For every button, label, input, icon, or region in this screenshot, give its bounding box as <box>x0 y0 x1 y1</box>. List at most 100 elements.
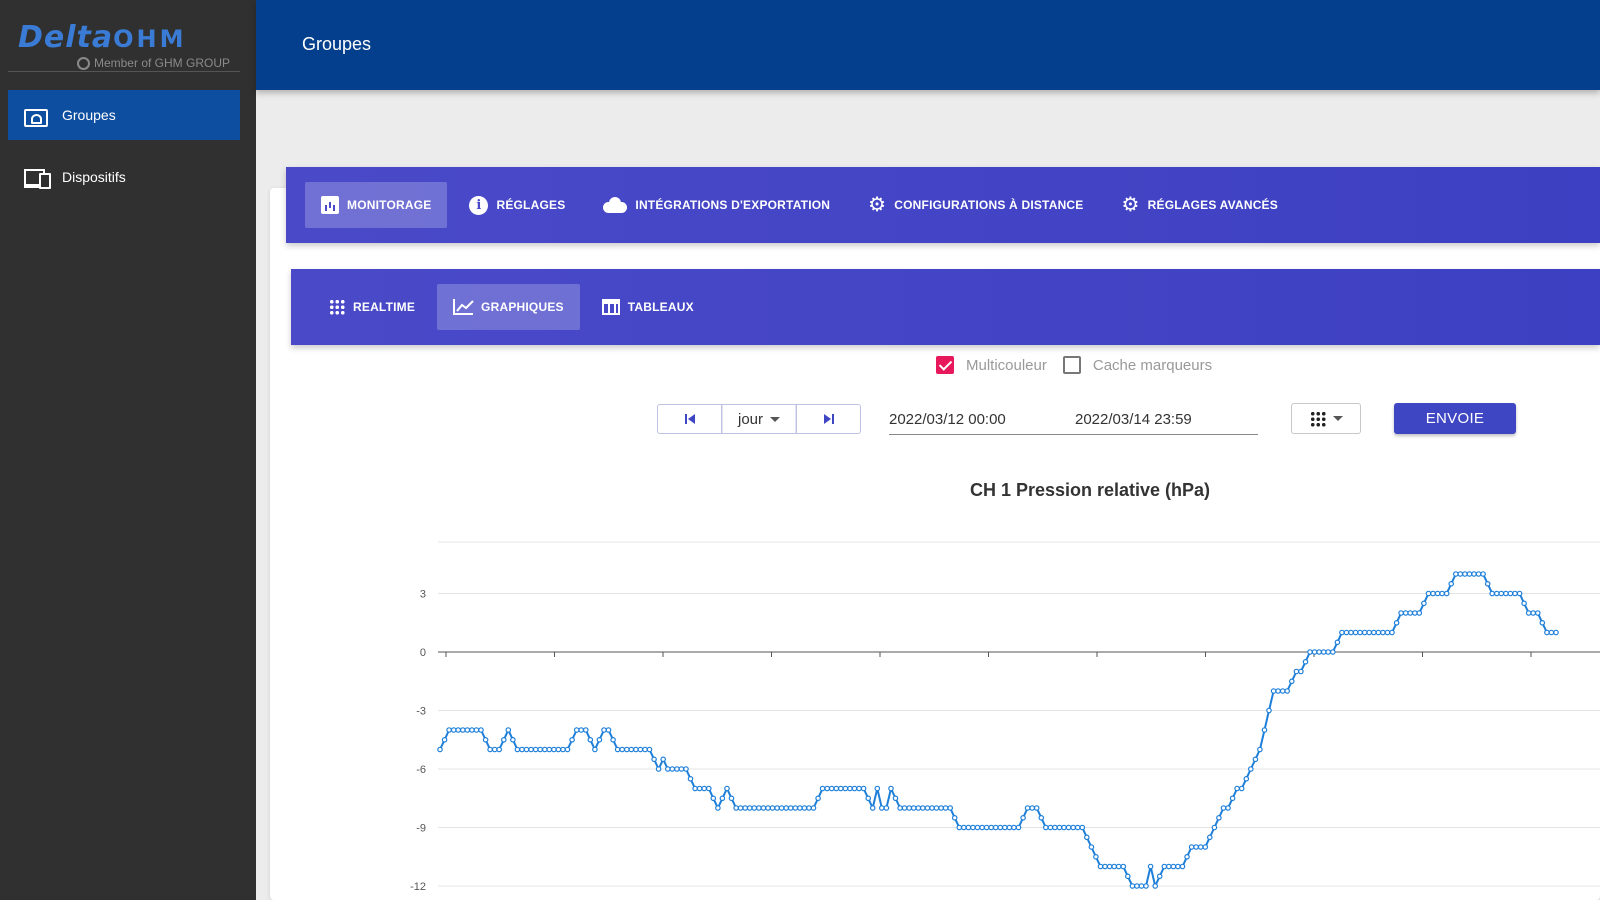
data-point[interactable] <box>810 805 817 811</box>
data-point[interactable] <box>541 746 548 753</box>
data-point[interactable] <box>569 737 575 743</box>
data-point[interactable] <box>837 785 844 792</box>
data-point[interactable] <box>1366 629 1373 636</box>
data-point[interactable] <box>1416 610 1423 616</box>
data-point[interactable] <box>441 737 448 743</box>
data-point[interactable] <box>933 805 940 811</box>
data-point[interactable] <box>1293 668 1300 675</box>
data-point[interactable] <box>664 766 671 772</box>
data-point[interactable] <box>1484 581 1491 587</box>
data-point[interactable] <box>1261 727 1268 733</box>
data-point[interactable] <box>1129 883 1136 889</box>
data-point[interactable] <box>473 727 480 733</box>
data-point[interactable] <box>1298 668 1304 675</box>
data-point[interactable] <box>1352 629 1359 636</box>
data-point[interactable] <box>1270 688 1277 694</box>
data-point[interactable] <box>523 746 530 753</box>
data-point[interactable] <box>1371 629 1377 636</box>
data-point[interactable] <box>979 824 985 831</box>
data-point[interactable] <box>669 766 676 772</box>
data-point[interactable] <box>1029 805 1036 811</box>
data-point[interactable] <box>1339 629 1345 636</box>
tab-integrations-exportation[interactable]: INTÉGRATIONS D'EXPORTATION <box>587 182 846 228</box>
data-point[interactable] <box>1179 863 1186 870</box>
data-point[interactable] <box>824 785 831 792</box>
data-point[interactable] <box>1316 649 1322 655</box>
data-point[interactable] <box>860 785 867 792</box>
data-point[interactable] <box>628 746 635 753</box>
data-point[interactable] <box>1311 649 1318 655</box>
data-point[interactable] <box>756 805 762 811</box>
data-point[interactable] <box>1147 863 1154 870</box>
data-point[interactable] <box>501 737 507 743</box>
data-point[interactable] <box>1065 824 1072 831</box>
data-point[interactable] <box>1042 824 1049 831</box>
data-point[interactable] <box>1307 649 1313 655</box>
data-point[interactable] <box>746 805 753 811</box>
data-point[interactable] <box>760 805 767 811</box>
data-point[interactable] <box>642 746 648 753</box>
data-point[interactable] <box>847 785 853 792</box>
layout-menu-button[interactable] <box>1291 403 1361 434</box>
data-point[interactable] <box>1539 620 1546 626</box>
data-point[interactable] <box>1462 571 1468 577</box>
tab-monitorage[interactable]: MONITORAGE <box>305 182 448 228</box>
data-point[interactable] <box>460 727 466 733</box>
data-point[interactable] <box>719 795 726 802</box>
data-point[interactable] <box>742 805 749 811</box>
data-point[interactable] <box>1434 590 1441 597</box>
data-point[interactable] <box>674 766 680 772</box>
data-point[interactable] <box>1289 678 1295 685</box>
data-point[interactable] <box>942 805 949 811</box>
data-point[interactable] <box>1402 610 1409 616</box>
data-point[interactable] <box>546 746 553 753</box>
data-point[interactable] <box>637 746 644 753</box>
data-point[interactable] <box>1407 610 1414 616</box>
data-point[interactable] <box>806 805 812 811</box>
data-point[interactable] <box>1175 863 1181 870</box>
data-point[interactable] <box>792 805 799 811</box>
data-point[interactable] <box>555 746 562 753</box>
data-point[interactable] <box>869 805 876 811</box>
data-point[interactable] <box>1033 805 1040 811</box>
period-select[interactable]: jour <box>722 404 796 434</box>
data-point[interactable] <box>1243 775 1250 782</box>
data-point[interactable] <box>1188 844 1195 850</box>
data-point[interactable] <box>478 727 484 733</box>
data-point[interactable] <box>1489 590 1496 597</box>
data-point[interactable] <box>605 727 612 733</box>
data-point[interactable] <box>1020 814 1026 821</box>
hide-markers-checkbox[interactable] <box>1062 356 1081 374</box>
data-point[interactable] <box>878 805 885 811</box>
data-point[interactable] <box>1097 863 1104 870</box>
data-point[interactable] <box>728 795 735 802</box>
data-point[interactable] <box>623 746 630 753</box>
data-point[interactable] <box>610 737 616 743</box>
data-point[interactable] <box>1225 805 1231 811</box>
data-point[interactable] <box>1106 863 1113 870</box>
data-point[interactable] <box>1430 590 1436 597</box>
data-point[interactable] <box>888 785 894 792</box>
data-point[interactable] <box>1330 649 1336 655</box>
tab-graphiques[interactable]: GRAPHIQUES <box>437 284 580 330</box>
data-point[interactable] <box>1448 581 1455 587</box>
data-point[interactable] <box>1156 873 1163 880</box>
data-point[interactable] <box>1216 814 1222 821</box>
data-point[interactable] <box>1074 824 1081 831</box>
data-point[interactable] <box>1535 610 1541 616</box>
data-point[interactable] <box>1453 571 1459 577</box>
date-end-field[interactable]: 2022/03/14 23:59 <box>1075 404 1192 434</box>
data-point[interactable] <box>1498 590 1505 597</box>
data-point[interactable] <box>633 746 639 753</box>
data-point[interactable] <box>1006 824 1013 831</box>
data-point[interactable] <box>1412 610 1418 616</box>
data-point[interactable] <box>1038 814 1045 821</box>
data-point[interactable] <box>1466 571 1473 577</box>
data-point[interactable] <box>464 727 471 733</box>
data-point[interactable] <box>724 785 730 792</box>
data-point[interactable] <box>1056 824 1063 831</box>
data-point[interactable] <box>947 805 954 811</box>
data-point[interactable] <box>919 805 926 811</box>
data-point[interactable] <box>1152 883 1159 889</box>
data-point[interactable] <box>1425 590 1432 597</box>
